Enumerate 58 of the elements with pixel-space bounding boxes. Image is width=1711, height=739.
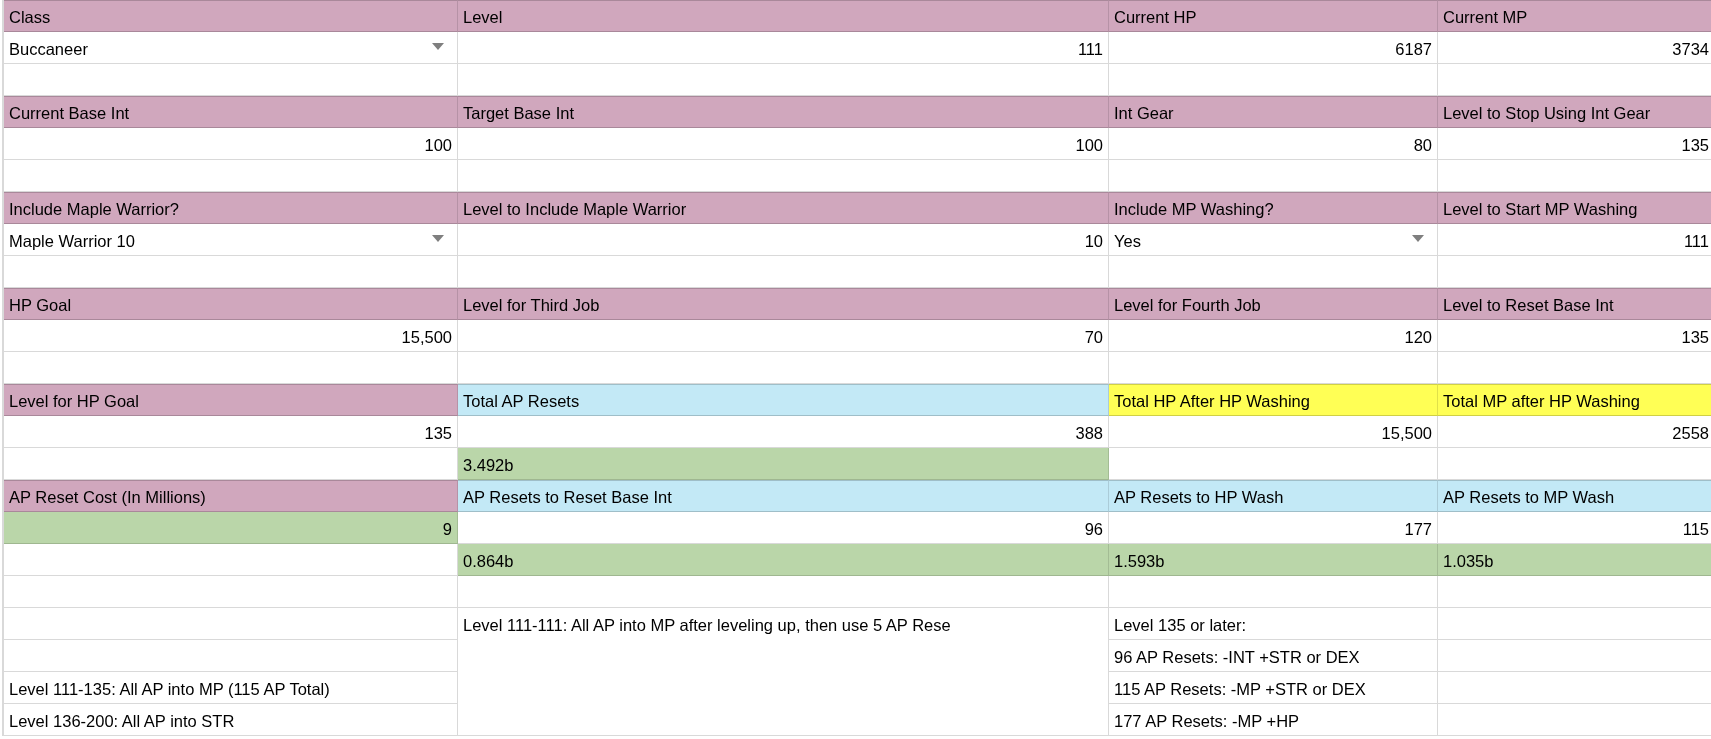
table-cell: 0.864b <box>458 544 1109 576</box>
dropdown-field[interactable]: Yes <box>1109 224 1438 256</box>
column-header: Current Base Int <box>4 96 458 128</box>
table-cell: 177 AP Resets: -MP +HP <box>1109 704 1438 736</box>
column-header: Target Base Int <box>458 96 1109 128</box>
column-header: Level for Fourth Job <box>1109 288 1438 320</box>
column-header: AP Resets to MP Wash <box>1438 480 1711 512</box>
table-cell: 70 <box>458 320 1109 352</box>
column-header: Current HP <box>1109 0 1438 32</box>
table-cell: 96 AP Resets: -INT +STR or DEX <box>1109 640 1438 672</box>
column-header: Int Gear <box>1109 96 1438 128</box>
dropdown-field[interactable]: Buccaneer <box>4 32 458 64</box>
table-cell: 135 <box>1438 128 1711 160</box>
column-header: Level to Start MP Washing <box>1438 192 1711 224</box>
table-cell: 100 <box>4 128 458 160</box>
table-cell: 9 <box>4 512 458 544</box>
table-cell: 111 <box>458 32 1109 64</box>
table-cell: 80 <box>1109 128 1438 160</box>
column-header: Level to Stop Using Int Gear <box>1438 96 1711 128</box>
caret-icon <box>432 43 444 50</box>
column-header: Total AP Resets <box>458 384 1109 416</box>
column-header: Total MP after HP Washing <box>1438 384 1711 416</box>
table-cell: 3.492b <box>458 448 1109 480</box>
table-cell: 10 <box>458 224 1109 256</box>
table-cell: 111 <box>1438 224 1711 256</box>
column-header: AP Reset Cost (In Millions) <box>4 480 458 512</box>
table-cell: 6187 <box>1109 32 1438 64</box>
table-cell: Level 111-135: All AP into MP (115 AP Total) <box>4 672 458 704</box>
table-cell: 115 AP Resets: -MP +STR or DEX <box>1109 672 1438 704</box>
table-cell: Level 135 or later: <box>1109 608 1438 640</box>
dropdown-field[interactable]: Maple Warrior 10 <box>4 224 458 256</box>
merged-cell: Level 111-111: All AP into MP after leveling up, then use 5 AP Rese <box>458 608 1109 736</box>
column-header: Level for HP Goal <box>4 384 458 416</box>
caret-icon <box>432 235 444 242</box>
table-cell: Level 136-200: All AP into STR <box>4 704 458 736</box>
table-cell: 1.593b <box>1109 544 1438 576</box>
column-header: AP Resets to Reset Base Int <box>458 480 1109 512</box>
table-cell: 2558 <box>1438 416 1711 448</box>
table-cell: 135 <box>1438 320 1711 352</box>
column-header: Level to Include Maple Warrior <box>458 192 1109 224</box>
table-cell: 15,500 <box>4 320 458 352</box>
column-header: Total HP After HP Washing <box>1109 384 1438 416</box>
column-header: AP Resets to HP Wash <box>1109 480 1438 512</box>
column-header: Class <box>4 0 458 32</box>
column-header: Level for Third Job <box>458 288 1109 320</box>
column-header: Current MP <box>1438 0 1711 32</box>
caret-icon <box>1412 235 1424 242</box>
column-header: HP Goal <box>4 288 458 320</box>
table-cell: 1.035b <box>1438 544 1711 576</box>
table-cell: 135 <box>4 416 458 448</box>
column-header: Level to Reset Base Int <box>1438 288 1711 320</box>
table-cell: 120 <box>1109 320 1438 352</box>
column-header: Level <box>458 0 1109 32</box>
column-header: Include MP Washing? <box>1109 192 1438 224</box>
table-cell: 15,500 <box>1109 416 1438 448</box>
column-header: Include Maple Warrior? <box>4 192 458 224</box>
table-cell: 3734 <box>1438 32 1711 64</box>
table-cell: 100 <box>458 128 1109 160</box>
